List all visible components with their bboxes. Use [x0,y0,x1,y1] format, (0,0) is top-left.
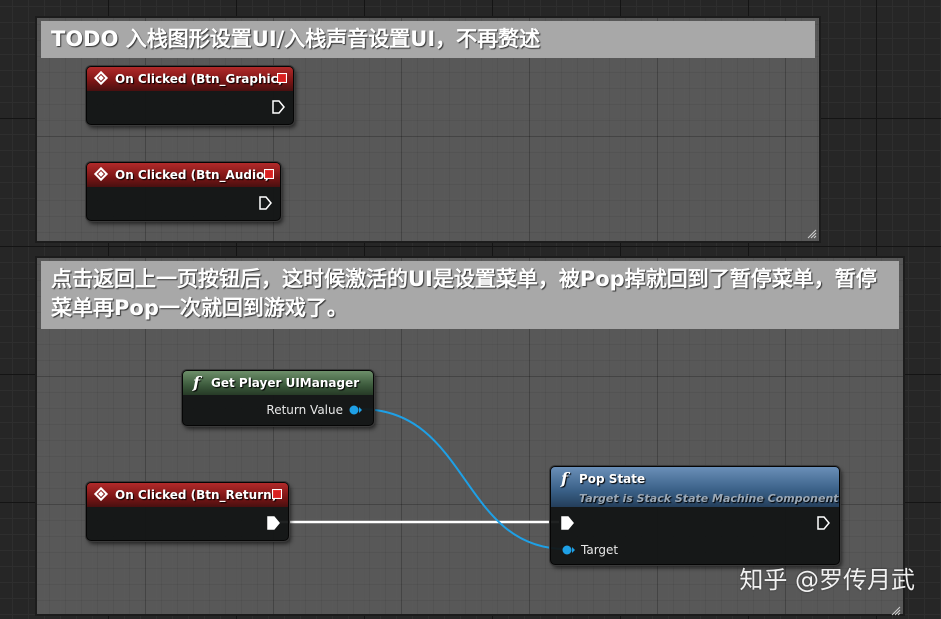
event-node-btn-graphic[interactable]: On Clicked (Btn_Graphic) [86,66,294,125]
node-title: Pop State [579,472,646,486]
comment-title[interactable]: TODO 入栈图形设置UI/入栈声音设置UI，不再赘述 [41,21,815,58]
node-title: On Clicked (Btn_Graphic) [115,72,284,86]
node-header: On Clicked (Btn_Audio) [87,163,280,187]
event-node-btn-audio[interactable]: On Clicked (Btn_Audio) [86,162,281,221]
node-title: Get Player UIManager [211,376,360,390]
exec-output-pin-icon[interactable] [266,516,280,530]
return-value-label: Return Value [266,403,343,417]
delegate-pin-icon[interactable] [277,73,287,83]
function-node-pop-state[interactable]: f Pop State Target is Stack State Machin… [550,466,840,565]
target-input-pin-icon[interactable] [561,545,575,555]
exec-output-pin-icon[interactable] [258,196,272,210]
node-title: On Clicked (Btn_Audio) [115,168,270,182]
exec-output-pin-icon[interactable] [271,100,285,114]
node-header: f Pop State Target is Stack State Machin… [551,467,839,507]
event-icon [93,70,109,86]
event-icon [93,486,109,502]
pure-node-get-player-uimanager[interactable]: f Get Player UIManager Return Value [182,370,374,426]
node-title: On Clicked (Btn_Return) [115,488,278,502]
function-icon: f [193,373,200,392]
delegate-pin-icon[interactable] [264,169,274,179]
event-node-btn-return[interactable]: On Clicked (Btn_Return) [86,482,289,541]
exec-input-pin-icon[interactable] [560,516,574,530]
node-header: On Clicked (Btn_Return) [87,483,288,507]
watermark: 知乎 @罗传月武 [739,566,915,594]
node-header: f Get Player UIManager [183,371,373,395]
delegate-pin-icon[interactable] [272,489,282,499]
exec-output-pin-icon[interactable] [816,516,830,530]
comment-title[interactable]: 点击返回上一页按钮后，这时候激活的UI是设置菜单，被Pop掉就回到了暂停菜单，暂… [41,261,899,329]
resize-grip-icon[interactable] [805,227,817,239]
node-subtitle: Target is Stack State Machine Component [579,492,839,505]
event-icon [93,166,109,182]
object-output-pin-icon[interactable] [349,405,363,415]
function-icon: f [561,469,568,488]
resize-grip-icon[interactable] [889,604,901,616]
target-pin-label: Target [581,543,619,557]
node-header: On Clicked (Btn_Graphic) [87,67,293,91]
blueprint-graph-canvas[interactable]: TODO 入栈图形设置UI/入栈声音设置UI，不再赘述 点击返回上一页按钮后，这… [0,0,941,619]
